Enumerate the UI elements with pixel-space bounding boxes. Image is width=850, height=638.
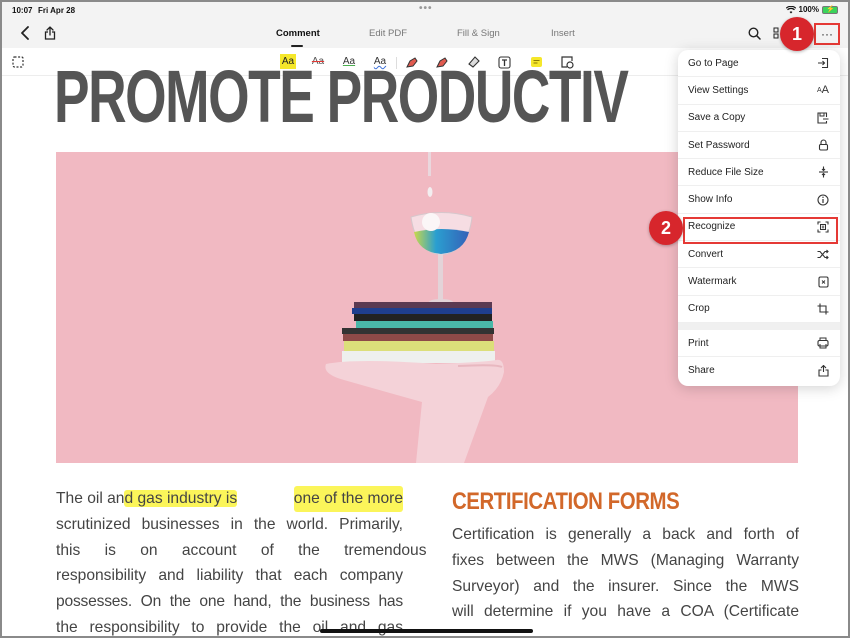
- battery-icon: [822, 5, 838, 14]
- menu-item-label: View Settings: [688, 84, 749, 96]
- document-title: PROMOTE PRODUCTIV: [54, 55, 629, 138]
- area-select-tool[interactable]: [11, 54, 25, 70]
- tab-fill-sign[interactable]: Fill & Sign: [457, 28, 500, 39]
- status-bar: 10:07 Fri Apr 28 ••• 100%: [2, 2, 848, 18]
- menu-item-view-settings[interactable]: View Settings AA: [678, 77, 840, 105]
- menu-item-print[interactable]: Print: [678, 330, 840, 358]
- text-line: Certification is generally a back and fo…: [452, 526, 799, 543]
- chevron-left-icon: [21, 26, 29, 40]
- text-segment: The oil an: [56, 490, 125, 507]
- more-options-button[interactable]: ···: [814, 23, 840, 45]
- compress-icon: [816, 165, 830, 179]
- left-column-text[interactable]: The oil and gas industry is one of the m…: [56, 486, 427, 636]
- menu-item-go-to-page[interactable]: Go to Page: [678, 50, 840, 78]
- text-line: fixes between the MWS (Managing Warranty: [452, 551, 799, 569]
- menu-item-label: Share: [688, 365, 715, 377]
- text-line: responsibility and liability that each c…: [56, 567, 403, 585]
- home-indicator[interactable]: [320, 629, 533, 633]
- menu-item-convert[interactable]: Convert: [678, 241, 840, 269]
- menu-item-set-password[interactable]: Set Password: [678, 132, 840, 160]
- active-tab-indicator: [291, 45, 303, 47]
- battery-percent: 100%: [798, 5, 819, 14]
- text-size-icon: AA: [816, 84, 829, 97]
- text-line: The oil and gas industry is one of the m…: [56, 486, 403, 512]
- menu-item-label: Set Password: [688, 139, 750, 151]
- share-icon: [44, 26, 56, 40]
- crop-icon: [816, 302, 830, 316]
- text-line: scrutinized businesses in the world. Pri…: [56, 515, 403, 533]
- search-icon: [747, 26, 761, 40]
- menu-item-label: Watermark: [688, 276, 737, 288]
- menu-item-save-a-copy[interactable]: Save a Copy: [678, 105, 840, 132]
- text-line: Surveyor) and the insurer. Since the MWS: [452, 577, 799, 595]
- menu-item-label: Crop: [688, 303, 710, 315]
- menu-item-label: Save a Copy: [688, 112, 746, 124]
- menu-item-label: Print: [688, 337, 709, 349]
- menu-item-show-info[interactable]: Show Info: [678, 186, 840, 214]
- menu-item-share[interactable]: Share: [678, 357, 840, 384]
- menu-item-reduce-file-size[interactable]: Reduce File Size: [678, 159, 840, 187]
- share-button[interactable]: [41, 24, 59, 42]
- ellipsis-icon: ···: [821, 27, 833, 41]
- right-column-text[interactable]: CERTIFICATION FORMS Certification is gen…: [452, 486, 799, 625]
- status-indicators: 100%: [785, 5, 838, 14]
- tab-comment[interactable]: Comment: [276, 28, 320, 39]
- text-line: will determine if you have a COA (Certif…: [452, 603, 799, 621]
- dashed-selection-icon: [12, 56, 24, 68]
- tab-edit-pdf[interactable]: Edit PDF: [369, 28, 407, 39]
- highlight-annotation[interactable]: one of the more: [293, 486, 403, 512]
- recognize-callout-box: [683, 217, 838, 244]
- menu-separator: [678, 322, 840, 330]
- print-icon: [816, 336, 830, 350]
- book-stack: [342, 302, 495, 363]
- menu-item-label: Convert: [688, 248, 724, 260]
- search-button[interactable]: [745, 24, 763, 42]
- back-button[interactable]: [16, 24, 34, 42]
- info-icon: [816, 193, 830, 207]
- text-line: the responsibility to provide the oil an…: [56, 618, 403, 636]
- tab-insert[interactable]: Insert: [551, 28, 575, 39]
- go-to-page-icon: [816, 56, 830, 70]
- lock-icon: [816, 138, 830, 152]
- step-badge-2: 2: [649, 211, 683, 245]
- wifi-icon: [785, 5, 796, 13]
- shuffle-icon: [816, 247, 830, 261]
- status-date: Fri Apr 28: [38, 6, 76, 15]
- menu-item-crop[interactable]: Crop: [678, 296, 840, 323]
- save-copy-icon: [816, 111, 830, 125]
- text-line: possesses. On the one hand, the business…: [56, 593, 403, 611]
- top-navigation: Comment Edit PDF Fill & Sign Insert: [2, 18, 848, 48]
- text-line: this is on account of the tremendous: [56, 541, 427, 559]
- app-window: 10:07 Fri Apr 28 ••• 100% Comment Edit P…: [0, 0, 850, 638]
- multitasking-dots-icon[interactable]: •••: [419, 3, 433, 14]
- section-heading: CERTIFICATION FORMS: [452, 488, 680, 515]
- share-icon: [816, 364, 830, 378]
- status-time: 10:07: [12, 6, 33, 15]
- menu-item-label: Reduce File Size: [688, 166, 764, 178]
- highlight-annotation[interactable]: d gas industry is: [124, 490, 238, 507]
- menu-item-label: Show Info: [688, 194, 733, 206]
- step-badge-1: 1: [780, 17, 814, 51]
- watermark-icon: [816, 275, 830, 289]
- menu-item-label: Go to Page: [688, 57, 739, 69]
- menu-item-watermark[interactable]: Watermark: [678, 268, 840, 296]
